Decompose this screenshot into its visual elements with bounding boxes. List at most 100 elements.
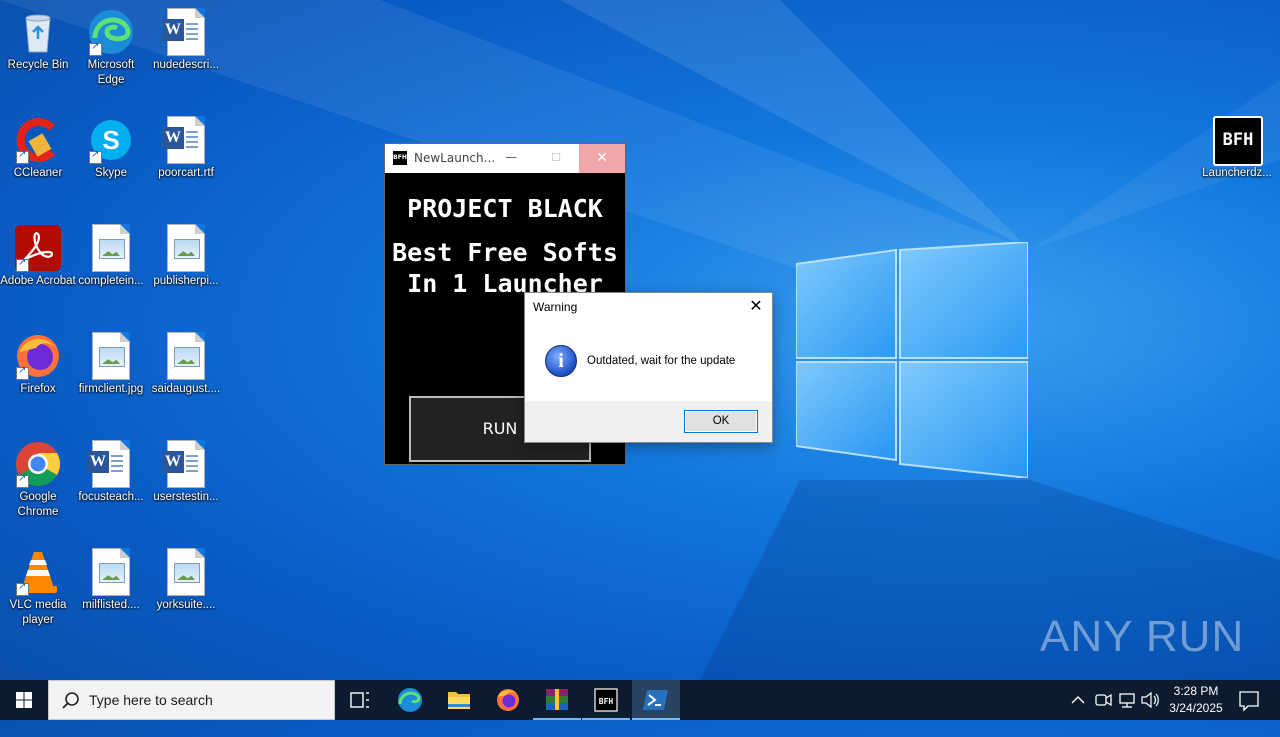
image-file-icon [167, 548, 205, 596]
tray-volume-button[interactable] [1139, 680, 1161, 720]
speaker-icon [1141, 691, 1159, 709]
desktop-icon-file[interactable]: completein... [73, 224, 149, 289]
search-box[interactable]: Type here to search [48, 680, 335, 720]
desktop-icon-microsoft-edge[interactable]: Microsoft Edge [73, 8, 149, 88]
desktop-icon-label: userstestin... [153, 491, 219, 503]
anyrun-watermark: ANY RUN [1040, 612, 1245, 661]
desktop-icon-label: Adobe Acrobat [0, 275, 76, 287]
desktop-icon-google-chrome[interactable]: Google Chrome [0, 440, 76, 520]
start-button[interactable] [0, 680, 48, 720]
action-center-button[interactable] [1234, 680, 1264, 720]
maximize-button[interactable]: ☐ [540, 144, 572, 173]
taskbar-task-view-button[interactable] [336, 680, 384, 720]
image-file-icon [167, 332, 205, 380]
desktop-icon-file[interactable]: W userstestin... [148, 440, 224, 505]
desktop-icon-launcherdz[interactable]: BFH Launcherdz... [1199, 116, 1275, 181]
desktop-icon-adobe-acrobat[interactable]: Adobe Acrobat [0, 224, 76, 289]
notification-icon [1239, 691, 1259, 712]
taskbar-edge-button[interactable] [386, 680, 434, 720]
warning-dialog: Warning ✕ i Outdated, wait for the updat… [524, 292, 773, 443]
desktop-icon-recycle-bin[interactable]: Recycle Bin [0, 8, 76, 73]
windows-start-icon [16, 692, 32, 708]
desktop-icon-label: Recycle Bin [7, 59, 69, 71]
clock-time: 3:28 PM [1173, 684, 1219, 698]
minimize-button[interactable]: — [495, 144, 527, 173]
camera-icon [1095, 693, 1112, 707]
desktop-icon-label: VLC media player [9, 599, 67, 626]
close-button[interactable]: ✕ [579, 144, 625, 173]
acrobat-icon [14, 224, 62, 272]
image-file-icon [92, 224, 130, 272]
launcher-tagline-line1: Best Free Softs [392, 238, 618, 267]
dialog-footer: OK [525, 401, 772, 442]
taskbar-firefox-button[interactable] [484, 680, 532, 720]
desktop-icon-file[interactable]: firmclient.jpg [73, 332, 149, 397]
desktop-icon-label: Launcherdz... [1202, 167, 1272, 179]
svg-text:S: S [102, 125, 119, 155]
desktop-icon-label: focusteach... [78, 491, 144, 503]
desktop-icon-file[interactable]: saidaugust.... [148, 332, 224, 397]
desktop-icon-label: CCleaner [13, 167, 63, 179]
recycle-bin-icon [14, 8, 62, 56]
tray-meet-now-button[interactable] [1092, 680, 1114, 720]
desktop-icon-label: poorcart.rtf [158, 167, 214, 179]
desktop-icon-label: Skype [95, 167, 127, 179]
skype-icon: S [87, 116, 135, 164]
firefox-icon [497, 689, 519, 711]
svg-text:BFH: BFH [599, 697, 614, 706]
taskbar-winrar-button[interactable] [533, 680, 581, 720]
desktop-icon-file[interactable]: W nudedescri... [148, 8, 224, 73]
launcher-window-title: NewLaunch... [414, 151, 496, 165]
tray-network-button[interactable] [1116, 680, 1138, 720]
ok-button[interactable]: OK [684, 410, 758, 433]
taskbar-bfh-launcher-button[interactable]: BFH [582, 680, 630, 720]
desktop-icon-file[interactable]: W poorcart.rtf [148, 116, 224, 181]
desktop-icon-label: milflisted.... [82, 599, 140, 611]
bfh-launcher-icon: BFH [594, 688, 618, 712]
word-document-icon: W [162, 8, 205, 56]
edge-icon [87, 8, 135, 56]
chevron-up-icon [1071, 696, 1085, 704]
launcher-heading: PROJECT BLACK [407, 194, 603, 223]
desktop-icon-label: Firefox [20, 383, 56, 395]
network-icon [1119, 693, 1135, 708]
image-file-icon [92, 332, 130, 380]
image-file-icon [92, 548, 130, 596]
launcher-titlebar[interactable]: BFH NewLaunch... — ☐ ✕ [385, 144, 625, 173]
edge-icon [398, 688, 422, 712]
ccleaner-icon [14, 116, 62, 164]
taskbar-file-explorer-button[interactable] [435, 680, 483, 720]
dialog-message: Outdated, wait for the update [587, 355, 736, 367]
powershell-icon [643, 690, 668, 710]
winrar-icon [546, 689, 568, 710]
show-hidden-icons-button[interactable] [1066, 680, 1090, 720]
desktop-icon-file[interactable]: yorksuite.... [148, 548, 224, 613]
desktop-icon-label: publisherpi... [153, 275, 219, 287]
info-icon: i [545, 345, 577, 377]
task-view-icon [350, 692, 369, 708]
desktop-icon-label: saidaugust.... [151, 383, 221, 395]
wallpaper-windows-logo [796, 242, 1028, 478]
desktop-icon-firefox[interactable]: Firefox [0, 332, 76, 397]
desktop-icon-label: Google Chrome [17, 491, 59, 518]
vlc-icon [14, 548, 62, 596]
bfh-launcher-icon: BFH [1213, 116, 1263, 166]
image-file-icon [167, 224, 205, 272]
desktop-icon-ccleaner[interactable]: CCleaner [0, 116, 76, 181]
word-document-icon: W [162, 116, 205, 164]
desktop-icon-file[interactable]: publisherpi... [148, 224, 224, 289]
desktop-icon-skype[interactable]: S Skype [73, 116, 149, 181]
desktop-icon-label: firmclient.jpg [78, 383, 144, 395]
desktop-icon-label: nudedescri... [153, 59, 219, 71]
taskbar-clock[interactable]: 3:28 PM 3/24/2025 [1160, 683, 1232, 717]
dialog-title: Warning [533, 300, 578, 314]
desktop-icon-file[interactable]: W focusteach... [73, 440, 149, 505]
search-icon [62, 692, 79, 709]
search-placeholder: Type here to search [89, 692, 213, 708]
launcher-tagline: Best Free Softs In 1 Launcher [385, 237, 625, 299]
bfh-app-icon: BFH [393, 151, 407, 165]
taskbar-powershell-button[interactable] [632, 680, 680, 720]
dialog-close-button[interactable]: ✕ [746, 296, 766, 316]
desktop-icon-vlc[interactable]: VLC media player [0, 548, 76, 628]
desktop-icon-file[interactable]: milflisted.... [73, 548, 149, 613]
